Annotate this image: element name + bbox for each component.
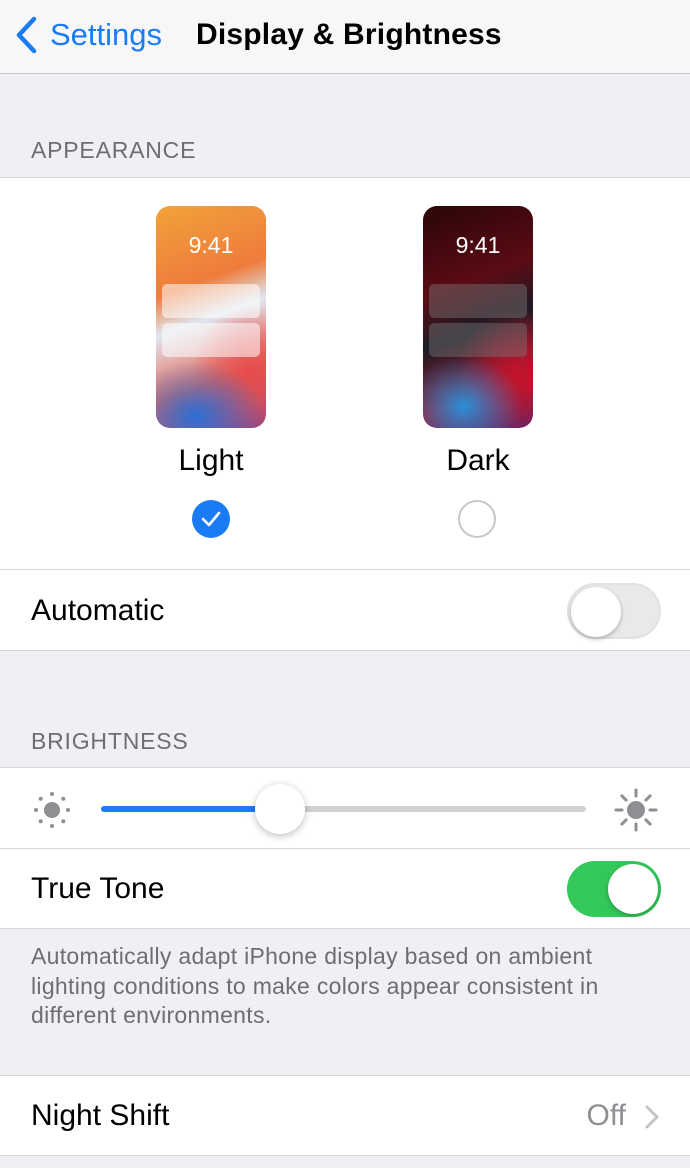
- brightness-slider-fill: [101, 806, 281, 812]
- chevron-right-icon: [645, 1105, 659, 1129]
- toggle-knob: [608, 864, 658, 914]
- navigation-bar: Settings Display & Brightness: [0, 0, 690, 74]
- divider: [0, 848, 690, 849]
- brightness-group: True Tone: [0, 767, 690, 929]
- chevron-left-icon: [16, 16, 37, 54]
- true-tone-label: True Tone: [31, 872, 165, 905]
- light-mode-label: Light: [178, 444, 244, 477]
- brightness-slider[interactable]: [101, 784, 586, 834]
- night-shift-row[interactable]: Night Shift Off: [0, 1075, 690, 1156]
- automatic-label: Automatic: [31, 594, 165, 627]
- page-title: Display & Brightness: [196, 18, 502, 51]
- back-button-label: Settings: [50, 17, 163, 52]
- light-mode-preview[interactable]: 9:41: [156, 206, 266, 428]
- true-tone-toggle[interactable]: [567, 861, 661, 917]
- divider: [0, 569, 690, 570]
- light-preview-widget: [162, 323, 260, 357]
- night-shift-label: Night Shift: [31, 1099, 170, 1132]
- dark-mode-preview[interactable]: 9:41: [423, 206, 533, 428]
- dark-mode-radio[interactable]: [458, 500, 496, 538]
- back-button[interactable]: Settings: [14, 14, 162, 56]
- appearance-group: 9:41 Light 9:41 Dark Automatic: [0, 177, 690, 651]
- brightness-slider-thumb[interactable]: [255, 784, 306, 834]
- checkmark-icon: [201, 511, 221, 527]
- light-mode-radio[interactable]: [192, 500, 230, 538]
- appearance-section-header: APPEARANCE: [31, 137, 197, 163]
- night-shift-value: Off: [586, 1099, 626, 1132]
- dark-preview-time: 9:41: [455, 232, 501, 258]
- sun-small-icon: [34, 792, 70, 828]
- light-preview-time: 9:41: [188, 232, 234, 258]
- dark-mode-label: Dark: [446, 444, 510, 477]
- automatic-toggle[interactable]: [567, 583, 661, 639]
- true-tone-description: Automatically adapt iPhone display based…: [31, 943, 599, 1028]
- light-preview-widget: [162, 284, 260, 318]
- dark-preview-widget: [429, 284, 527, 318]
- toggle-knob: [571, 587, 621, 637]
- brightness-section-header: BRIGHTNESS: [31, 728, 189, 754]
- sun-large-icon: [614, 788, 658, 832]
- dark-preview-widget: [429, 323, 527, 357]
